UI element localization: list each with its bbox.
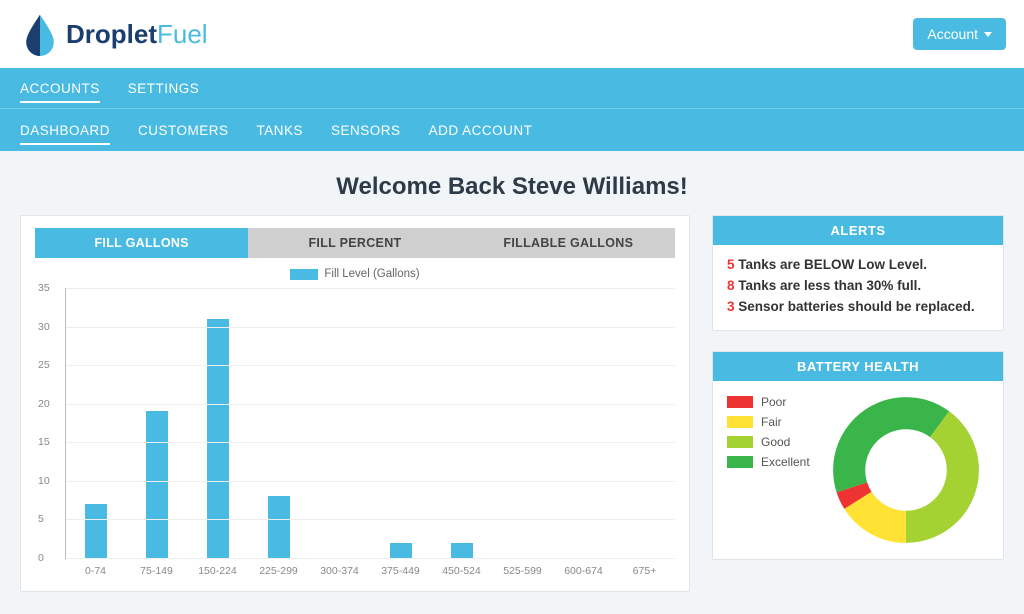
y-tick: 10 — [38, 475, 50, 487]
alert-item: 8 Tanks are less than 30% full. — [727, 276, 989, 297]
alerts-title: ALERTS — [713, 216, 1003, 245]
alert-text: Tanks are BELOW Low Level. — [735, 257, 928, 272]
battery-legend: Poor Fair Good Excellent — [727, 395, 810, 545]
battery-panel: BATTERY HEALTH Poor Fair Good Excellent — [712, 351, 1004, 560]
bar-375-449 — [390, 543, 412, 558]
battery-legend-item: Good — [727, 435, 810, 449]
x-tick: 600-674 — [553, 559, 614, 577]
droplet-icon — [18, 12, 62, 56]
legend-label: Fill Level (Gallons) — [324, 268, 419, 280]
x-tick: 75-149 — [126, 559, 187, 577]
y-tick: 5 — [38, 513, 44, 525]
logo: DropletFuel — [18, 12, 208, 56]
alert-text: Tanks are less than 30% full. — [735, 278, 922, 293]
logo-text: DropletFuel — [66, 19, 208, 50]
bar-0-74 — [85, 504, 107, 558]
alerts-panel: ALERTS 5 Tanks are BELOW Low Level.8 Tan… — [712, 215, 1004, 331]
chart-legend: Fill Level (Gallons) — [35, 268, 675, 280]
alert-item: 5 Tanks are BELOW Low Level. — [727, 255, 989, 276]
alerts-body: 5 Tanks are BELOW Low Level.8 Tanks are … — [713, 245, 1003, 330]
battery-legend-item: Fair — [727, 415, 810, 429]
alert-text: Sensor batteries should be replaced. — [735, 299, 975, 314]
bar-450-524 — [451, 543, 473, 558]
secondary-nav: DASHBOARD CUSTOMERS TANKS SENSORS ADD ACCOUN… — [0, 108, 1024, 151]
tab-fill-percent[interactable]: FILL PERCENT — [248, 228, 461, 258]
fill-chart-panel: FILL GALLONSFILL PERCENTFILLABLE GALLONS… — [20, 215, 690, 592]
x-tick: 0-74 — [65, 559, 126, 577]
legend-swatch — [727, 436, 753, 448]
bar-chart: 05101520253035 — [65, 288, 675, 559]
y-tick: 15 — [38, 436, 50, 448]
bar-75-149 — [146, 411, 168, 558]
legend-swatch — [290, 269, 318, 280]
battery-legend-item: Excellent — [727, 455, 810, 469]
y-tick: 25 — [38, 359, 50, 371]
tab-fill-gallons[interactable]: FILL GALLONS — [35, 228, 248, 258]
alert-count: 5 — [727, 257, 735, 272]
x-tick: 225-299 — [248, 559, 309, 577]
nav-secondary-tanks[interactable]: TANKS — [257, 121, 304, 140]
bar-150-224 — [207, 319, 229, 558]
chart-tabs: FILL GALLONSFILL PERCENTFILLABLE GALLONS — [35, 228, 675, 258]
y-tick: 35 — [38, 282, 50, 294]
chevron-down-icon — [984, 32, 992, 37]
nav-primary-settings[interactable]: SETTINGS — [128, 79, 200, 98]
x-tick: 675+ — [614, 559, 675, 577]
alert-count: 3 — [727, 299, 735, 314]
battery-legend-item: Poor — [727, 395, 810, 409]
alert-count: 8 — [727, 278, 735, 293]
alert-item: 3 Sensor batteries should be replaced. — [727, 297, 989, 318]
y-tick: 30 — [38, 321, 50, 333]
account-menu-button[interactable]: Account — [913, 18, 1006, 50]
nav-secondary-sensors[interactable]: SENSORS — [331, 121, 401, 140]
nav-secondary-customers[interactable]: CUSTOMERS — [138, 121, 229, 140]
page-title: Welcome Back Steve Williams! — [20, 173, 1004, 201]
nav-primary-accounts[interactable]: ACCOUNTS — [20, 79, 100, 98]
legend-swatch — [727, 456, 753, 468]
x-tick: 300-374 — [309, 559, 370, 577]
legend-swatch — [727, 396, 753, 408]
x-tick: 375-449 — [370, 559, 431, 577]
x-tick: 150-224 — [187, 559, 248, 577]
legend-label: Poor — [761, 395, 786, 409]
battery-title: BATTERY HEALTH — [713, 352, 1003, 381]
nav-secondary-add-account[interactable]: ADD ACCOUNT — [429, 121, 533, 140]
donut-slice-poor — [850, 413, 964, 527]
legend-label: Fair — [761, 415, 782, 429]
y-tick: 20 — [38, 398, 50, 410]
legend-label: Excellent — [761, 455, 810, 469]
legend-swatch — [727, 416, 753, 428]
legend-label: Good — [761, 435, 790, 449]
x-tick: 450-524 — [431, 559, 492, 577]
x-tick: 525-599 — [492, 559, 553, 577]
bar-225-299 — [268, 496, 290, 558]
battery-donut — [824, 395, 989, 545]
nav-secondary-dashboard[interactable]: DASHBOARD — [20, 121, 110, 140]
y-tick: 0 — [38, 552, 44, 564]
tab-fillable-gallons[interactable]: FILLABLE GALLONS — [462, 228, 675, 258]
primary-nav: ACCOUNTS SETTINGS — [0, 68, 1024, 108]
account-menu-label: Account — [927, 26, 978, 42]
